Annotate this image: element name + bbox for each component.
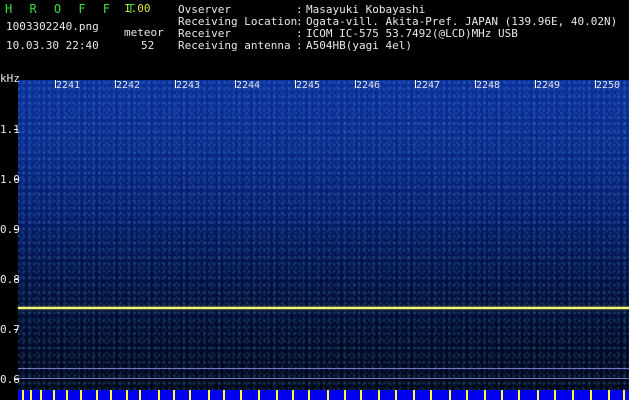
signal-mark <box>395 390 397 400</box>
y-tick <box>14 329 18 330</box>
signal-mark <box>53 390 55 400</box>
signal-mark <box>139 390 141 400</box>
x-tick <box>235 80 236 88</box>
signal-mark <box>344 390 346 400</box>
signal-mark <box>96 390 98 400</box>
signal-mark <box>484 390 486 400</box>
y-tick <box>14 279 18 280</box>
signal-mark <box>449 390 451 400</box>
signal-mark <box>208 390 210 400</box>
app-version: 1.00 <box>124 2 151 15</box>
x-tick-label: 2243 <box>175 80 201 91</box>
signal-mark <box>518 390 520 400</box>
info-key-antenna: Receiving antenna <box>178 39 291 52</box>
reference-line <box>18 378 629 379</box>
signal-mark <box>173 390 175 400</box>
x-tick <box>535 80 536 88</box>
header-panel: H R O F F T 1.00 1003302240.png 10.03.30… <box>0 0 629 78</box>
signal-mark <box>572 390 574 400</box>
signal-mark <box>30 390 32 400</box>
signal-mark <box>223 390 225 400</box>
signal-mark <box>501 390 503 400</box>
signal-mark <box>158 390 160 400</box>
x-tick <box>355 80 356 88</box>
signal-mark <box>590 390 592 400</box>
x-tick-label: 2246 <box>355 80 381 91</box>
signal-mark <box>327 390 329 400</box>
signal-mark <box>110 390 112 400</box>
signal-mark <box>554 390 556 400</box>
x-tick <box>55 80 56 88</box>
x-tick <box>175 80 176 88</box>
file-name: 1003302240.png <box>6 20 99 33</box>
app-title: H R O F F T <box>5 2 140 16</box>
date-time: 10.03.30 22:40 <box>6 39 99 52</box>
signal-mark <box>413 390 415 400</box>
x-tick <box>595 80 596 88</box>
info-value-antenna: A504HB(yagi 4el) <box>306 39 412 52</box>
reference-line <box>18 368 629 369</box>
signal-mark <box>537 390 539 400</box>
x-tick <box>415 80 416 88</box>
y-tick <box>14 379 18 380</box>
x-tick-label: 2242 <box>115 80 141 91</box>
signal-mark <box>378 390 380 400</box>
signal-mark <box>189 390 191 400</box>
signal-mark <box>360 390 362 400</box>
signal-mark <box>608 390 610 400</box>
signal-mark <box>240 390 242 400</box>
signal-mark <box>258 390 260 400</box>
signal-mark <box>623 390 625 400</box>
x-tick-label: 2249 <box>535 80 561 91</box>
y-axis-unit: kHz <box>0 72 20 85</box>
x-tick <box>115 80 116 88</box>
x-tick-label: 2245 <box>295 80 321 91</box>
x-tick-label: 2247 <box>415 80 441 91</box>
y-tick <box>14 229 18 230</box>
meteor-label: meteor <box>124 26 164 39</box>
signal-mark <box>66 390 68 400</box>
y-tick <box>14 179 18 180</box>
signal-mark <box>308 390 310 400</box>
signal-mark <box>22 390 24 400</box>
spectrogram[interactable] <box>18 80 629 390</box>
x-tick-label: 2248 <box>475 80 501 91</box>
carrier-line <box>18 307 629 309</box>
signal-mark <box>430 390 432 400</box>
signal-mark <box>126 390 128 400</box>
signal-mark <box>292 390 294 400</box>
info-sep: : <box>296 39 303 52</box>
x-tick-label: 2241 <box>55 80 81 91</box>
meteor-signal-strip <box>18 390 629 400</box>
x-tick-label: 2244 <box>235 80 261 91</box>
signal-mark <box>466 390 468 400</box>
meteor-count: 52 <box>141 39 155 52</box>
signal-mark <box>40 390 42 400</box>
y-tick <box>14 129 18 130</box>
x-tick-label: 2250 <box>595 80 621 91</box>
x-tick <box>295 80 296 88</box>
x-tick <box>475 80 476 88</box>
signal-mark <box>276 390 278 400</box>
signal-mark <box>80 390 82 400</box>
